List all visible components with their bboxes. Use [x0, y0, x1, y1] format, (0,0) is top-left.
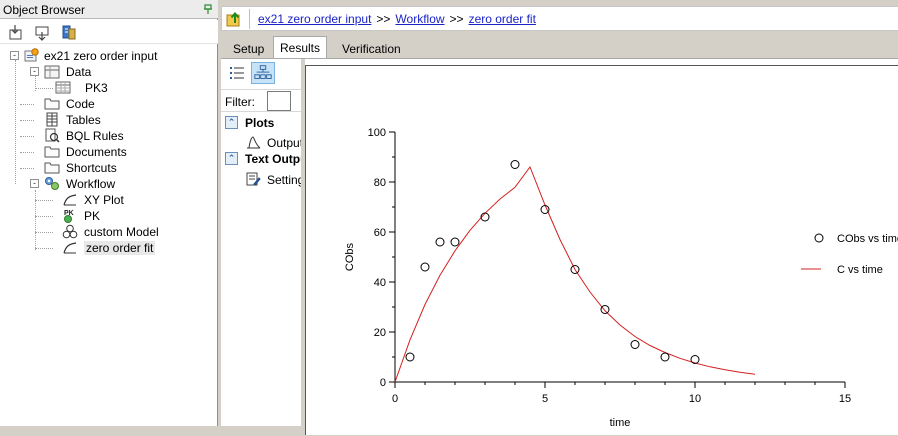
- tree-item-xy-plot[interactable]: XY Plot: [62, 192, 212, 207]
- object-browser-title: Object Browser: [0, 0, 218, 19]
- data-point-cobs: [690, 355, 700, 364]
- y-tick-label: 80: [374, 177, 386, 189]
- results-panel: Filter: ⌃ Plots Output ⌃ Text Output: [221, 58, 898, 435]
- tree-item-data[interactable]: - Data: [30, 64, 210, 79]
- collapse-toggle[interactable]: -: [10, 51, 19, 60]
- x-tick-label: 5: [542, 393, 548, 405]
- object-browser-title-text: Object Browser: [3, 3, 86, 17]
- table-icon: [55, 81, 71, 94]
- folder-icon: [44, 98, 60, 110]
- tree-item-pk[interactable]: PK PK: [62, 208, 212, 223]
- y-axis-label: CObs: [344, 242, 356, 271]
- data-point-cobs: [510, 160, 520, 169]
- x-tick-label: 0: [392, 393, 398, 405]
- data-point-cobs: [540, 205, 550, 214]
- custom-model-icon: [62, 224, 78, 239]
- series-line-c-vs-time: [394, 165, 756, 383]
- x-axis-label: time: [610, 417, 631, 429]
- y-tick-label: 100: [368, 127, 386, 139]
- collapse-section-icon[interactable]: ⌃: [225, 116, 238, 129]
- collapse-toggle[interactable]: -: [30, 67, 39, 76]
- y-tick-label: 0: [380, 377, 386, 389]
- view-toggle: [221, 59, 301, 87]
- filter-label: Filter:: [225, 95, 255, 109]
- tree-item-zero-order-fit[interactable]: zero order fit: [62, 240, 212, 255]
- tree-item-documents[interactable]: Documents: [44, 144, 204, 159]
- data-point-cobs: [405, 352, 415, 362]
- tree-item-code[interactable]: Code: [44, 96, 204, 111]
- legend-label-cobs: CObs vs time: [837, 233, 898, 245]
- tree-item-tables[interactable]: Tables: [44, 112, 204, 127]
- chart: 0 20 40 60 80 100 0 5 10 15 time CObs CObs vs time C …: [344, 127, 898, 429]
- object-tree: - ex21 zero order input - Data PK3 Code …: [0, 44, 218, 426]
- legend-marker-cobs: [814, 233, 824, 243]
- import-icon[interactable]: [8, 24, 26, 41]
- plot-curve-icon: [247, 136, 261, 149]
- tables-icon: [46, 112, 58, 127]
- tree-view-icon[interactable]: [251, 62, 275, 84]
- tree-item-project[interactable]: - ex21 zero order input: [10, 48, 210, 63]
- workflow-icon: [45, 177, 59, 190]
- xy-plot-icon: [63, 194, 77, 206]
- x-tick-label: 15: [839, 393, 851, 405]
- data-point-cobs: [660, 352, 670, 362]
- breadcrumb-bar: ex21 zero order input >> Workflow >> zero or…: [221, 6, 898, 31]
- y-tick-label: 20: [374, 327, 386, 339]
- object-browser-panel: Object Browser - ex21 zero order input -…: [0, 0, 218, 426]
- data-point-cobs: [450, 237, 460, 247]
- breadcrumb-separator: >>: [449, 12, 464, 26]
- settings-document-icon: [246, 172, 261, 186]
- object-browser-toolbar: [0, 20, 218, 44]
- folder-icon: [44, 146, 60, 158]
- x-tick-label: 10: [689, 393, 701, 405]
- breadcrumb-link-project[interactable]: ex21 zero order input: [258, 12, 371, 26]
- tree-item-bql-rules[interactable]: BQL Rules: [44, 128, 204, 143]
- properties-icon[interactable]: [60, 24, 78, 41]
- tree-item-pk3[interactable]: PK3: [55, 80, 215, 95]
- tab-strip: Setup Results Verification: [221, 36, 898, 60]
- up-level-icon[interactable]: [226, 10, 244, 28]
- tab-verification[interactable]: Verification: [336, 38, 407, 58]
- breadcrumb-link-workflow[interactable]: Workflow: [395, 12, 444, 26]
- pk-model-icon: PK: [64, 210, 74, 223]
- xy-plot-icon: [63, 242, 77, 254]
- list-view-icon[interactable]: [225, 62, 249, 84]
- collapse-section-icon[interactable]: ⌃: [225, 152, 238, 165]
- data-point-cobs: [435, 237, 445, 247]
- y-tick-label: 60: [374, 227, 386, 239]
- tab-results[interactable]: Results: [273, 36, 328, 60]
- breadcrumb-separator: >>: [376, 12, 391, 26]
- tree-item-custom-model[interactable]: custom Model: [62, 224, 212, 239]
- breadcrumb-link-zero-order-fit[interactable]: zero order fit: [469, 12, 536, 26]
- export-icon[interactable]: [34, 24, 52, 41]
- filter-input[interactable]: [267, 91, 291, 111]
- collapse-toggle[interactable]: -: [30, 179, 39, 188]
- tree-item-workflow[interactable]: - Workflow: [30, 176, 210, 191]
- legend-label-c: C vs time: [837, 264, 883, 276]
- data-point-cobs: [420, 262, 430, 272]
- data-point-cobs: [630, 340, 640, 349]
- data-folder-icon: [44, 65, 60, 79]
- folder-icon: [44, 162, 60, 174]
- pin-icon[interactable]: [202, 3, 214, 15]
- project-icon: [24, 48, 39, 62]
- breadcrumb: ex21 zero order input >> Workflow >> zero or…: [258, 12, 536, 26]
- tab-setup[interactable]: Setup: [227, 38, 270, 58]
- y-tick-label: 40: [374, 277, 386, 289]
- data-point-cobs: [600, 305, 610, 314]
- tree-item-shortcuts[interactable]: Shortcuts: [44, 160, 204, 175]
- results-outline: ⌃ Plots Output ⌃ Text Output Settings: [221, 113, 301, 427]
- bql-icon: [45, 128, 60, 143]
- plot-area: 0 20 40 60 80 100 0 5 10 15 time CObs CObs vs time C …: [305, 65, 898, 435]
- filter-row: Filter:: [221, 89, 301, 112]
